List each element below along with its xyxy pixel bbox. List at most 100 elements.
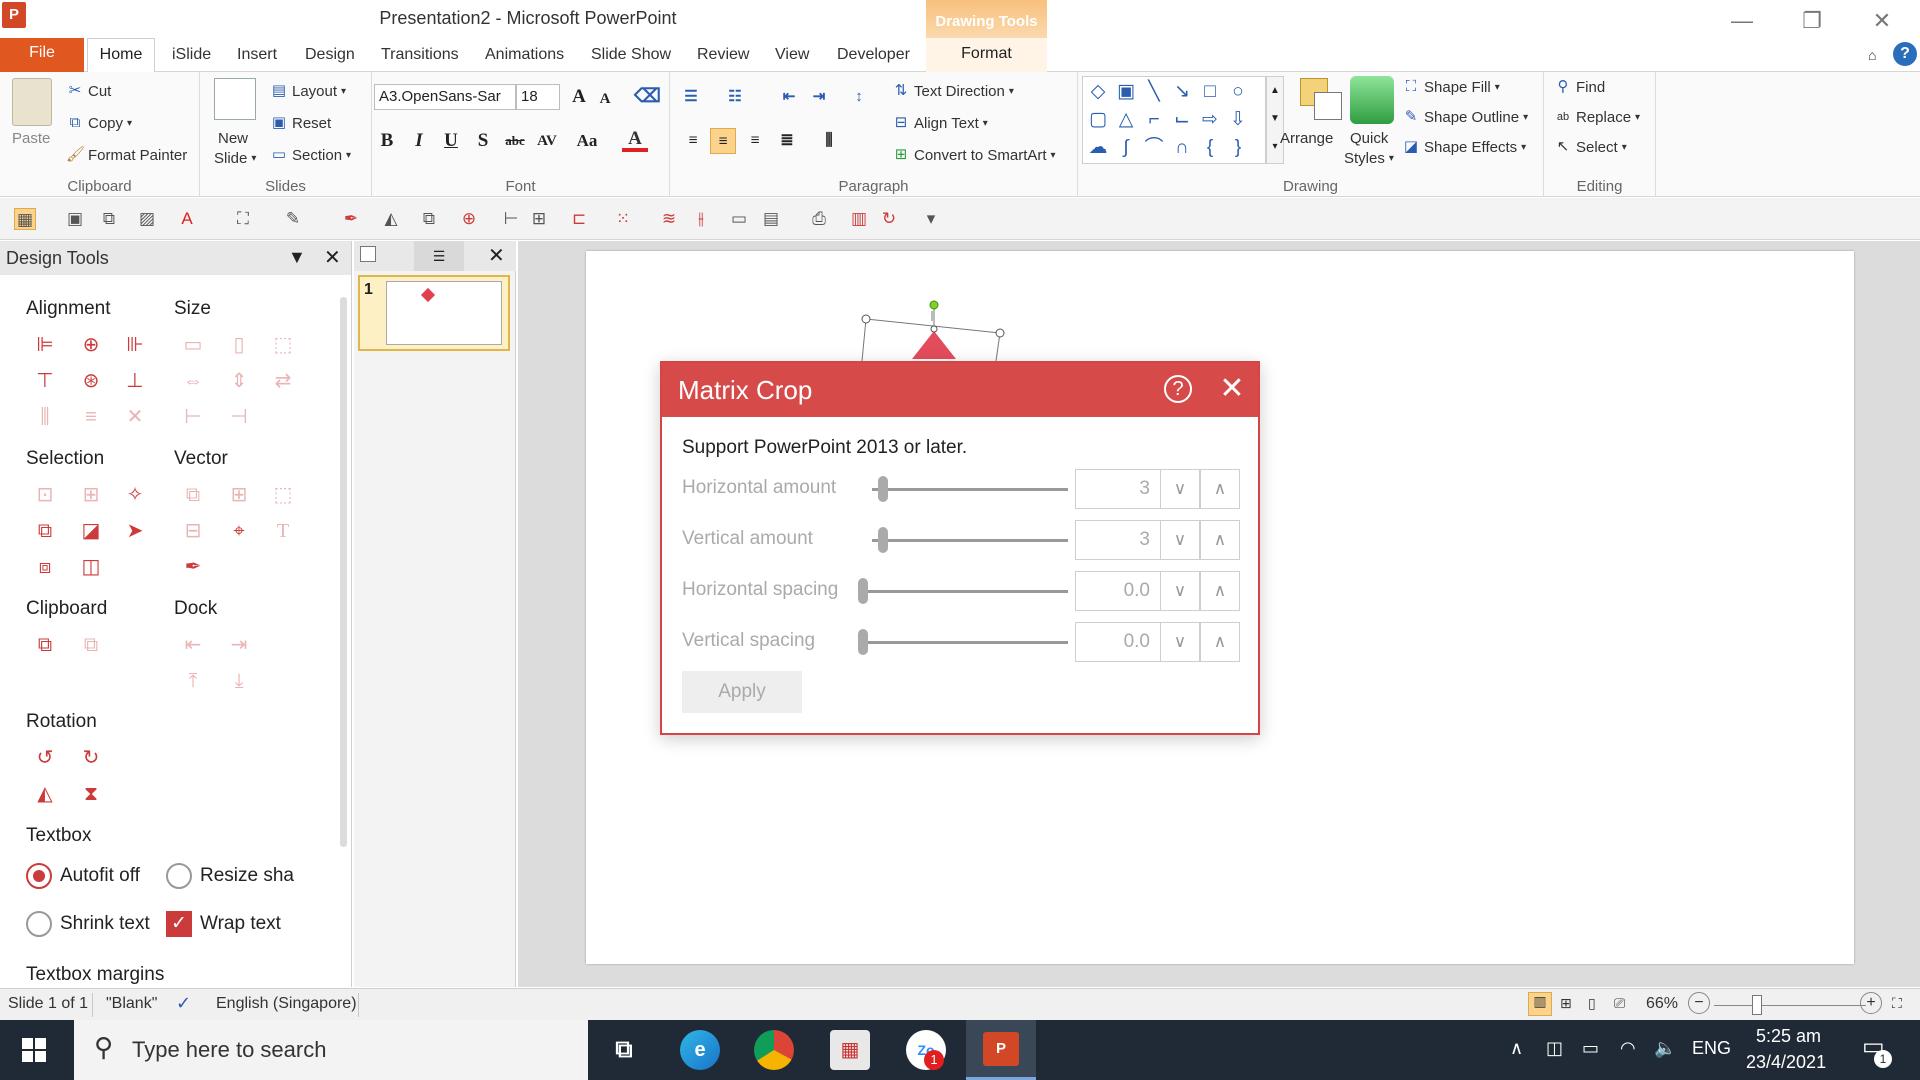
windows-start-icon[interactable] (22, 1038, 46, 1062)
copy-position-icon[interactable]: ⧉ (32, 632, 58, 658)
vector-edit-points-icon[interactable]: ⌖ (226, 518, 252, 544)
apply-button[interactable]: Apply (682, 671, 802, 713)
layers-tool-icon[interactable]: ≋ (658, 208, 680, 230)
battery-icon[interactable]: ▭ (1582, 1038, 1599, 1059)
horizontal-spacing-slider-track[interactable] (858, 590, 1068, 593)
align-right-icon[interactable]: ≡ (742, 128, 768, 154)
normal-view-icon[interactable]: ▥ (1528, 992, 1552, 1016)
cut-button[interactable]: ✂ Cut (66, 82, 112, 100)
vertical-spacing-input[interactable]: 0.0 (1075, 622, 1161, 662)
font-color-button[interactable]: A (622, 126, 648, 152)
tab-file[interactable]: File (0, 38, 84, 72)
select-group-icon[interactable]: ⧈ (32, 554, 58, 580)
freeform-shape-icon[interactable]: ☁ (1087, 137, 1109, 159)
help-icon[interactable]: ? (1893, 42, 1917, 66)
shrink-font-icon[interactable]: A (592, 86, 618, 112)
font-size-combo[interactable]: 18 (516, 84, 560, 110)
vertical-spacing-slider-thumb[interactable] (858, 629, 868, 655)
dock-left-icon[interactable]: ⇤ (180, 632, 206, 658)
vector-pen-icon[interactable]: ✒ (180, 554, 206, 580)
restore-button[interactable]: ❐ (1792, 6, 1832, 36)
collapse-ribbon-icon[interactable]: ⌂ (1868, 44, 1876, 72)
right-brace-shape-icon[interactable]: } (1227, 137, 1249, 159)
vector-text-icon[interactable]: T (270, 518, 296, 544)
zoom-slider-track[interactable] (1714, 1005, 1866, 1006)
vector-subtract-icon[interactable]: ⊟ (180, 518, 206, 544)
quick-styles-icon[interactable] (1350, 76, 1394, 124)
tab-developer[interactable]: Developer (837, 44, 910, 72)
numbering-icon[interactable]: ☷ (722, 84, 748, 110)
shape-fill-button[interactable]: ⛶ Shape Fill ▾ (1402, 78, 1500, 96)
rectangle-shape-icon[interactable]: □ (1199, 81, 1221, 103)
gallery-scroll[interactable]: ▲ ▼ ▾ (1266, 76, 1284, 164)
horizontal-spacing-slider-thumb[interactable] (858, 578, 868, 604)
vertical-amount-slider-thumb[interactable] (878, 527, 888, 553)
paste-position-icon[interactable]: ⧉ (78, 632, 104, 658)
app-store-icon[interactable]: ▦ (830, 1030, 870, 1070)
wrap-text-checkbox[interactable]: ✓ Wrap text (166, 911, 281, 937)
volume-icon[interactable]: 🔈 (1654, 1038, 1676, 1059)
distribute-v-icon[interactable]: ≡ (78, 404, 104, 430)
vertical-amount-decrement-icon[interactable]: ∨ (1160, 520, 1200, 560)
tab-islide[interactable]: iSlide (172, 44, 211, 72)
select-inverse-icon[interactable]: ◪ (78, 518, 104, 544)
diamond-shape-icon[interactable]: ◇ (1087, 81, 1109, 103)
same-width-icon[interactable]: ▭ (180, 332, 206, 358)
decrease-indent-icon[interactable]: ⇤ (776, 84, 802, 110)
swap-size-icon[interactable]: ⇄ (270, 368, 296, 394)
shadow-button[interactable]: S (470, 128, 496, 154)
panel-close-icon[interactable]: ✕ (324, 245, 341, 270)
align-right-icon[interactable]: ⊪ (122, 332, 148, 358)
eyedropper-icon[interactable]: ✒ (340, 208, 362, 230)
refresh-tool-icon[interactable]: ↻ (878, 208, 900, 230)
horizontal-spacing-decrement-icon[interactable]: ∨ (1160, 571, 1200, 611)
reading-view-icon[interactable]: ▯ (1588, 995, 1596, 1012)
horizontal-spacing-input[interactable]: 0.0 (1075, 571, 1161, 611)
vector-union-icon[interactable]: ⧉ (180, 482, 206, 508)
tab-review[interactable]: Review (697, 44, 749, 72)
stretch-width-icon[interactable]: ⇔ (180, 368, 206, 394)
align-left-icon[interactable]: ≡ (680, 128, 706, 154)
change-case-button[interactable]: Aa (574, 128, 600, 154)
horizontal-spacing-increment-icon[interactable]: ∧ (1200, 571, 1240, 611)
underline-button[interactable]: U (438, 128, 464, 154)
task-view-icon[interactable]: ⧉ (604, 1030, 644, 1070)
rotate-left-icon[interactable]: ↺ (32, 745, 58, 771)
tab-format[interactable]: Format (926, 38, 1047, 72)
horizontal-amount-input[interactable]: 3 (1075, 469, 1161, 509)
columns-icon[interactable]: ⫼ (816, 128, 842, 154)
panel-scrollbar[interactable] (340, 297, 347, 847)
vertical-amount-input[interactable]: 3 (1075, 520, 1161, 560)
pane-close-icon[interactable]: ✕ (488, 243, 505, 268)
arrange-button[interactable]: Arrange (1280, 130, 1333, 147)
scribble-shape-icon[interactable]: ∫ (1115, 137, 1137, 159)
language-indicator[interactable]: English (Singapore) (216, 995, 357, 1013)
convert-smartart-button[interactable]: ⊞ Convert to SmartArt ▾ (892, 146, 1056, 164)
clock-date[interactable]: 23/4/2021 (1746, 1052, 1826, 1073)
slide-library-icon[interactable]: ▥ (848, 208, 870, 230)
horizontal-amount-slider-thumb[interactable] (878, 476, 888, 502)
format-painter-button[interactable]: 🖌 Format Painter (66, 146, 187, 164)
edge-browser-icon[interactable]: e (680, 1030, 720, 1070)
distribute-tool-icon[interactable]: ⊞ (528, 208, 550, 230)
curve-shape-icon[interactable]: ∩ (1171, 137, 1193, 159)
magic-wand-icon[interactable]: ✧ (122, 482, 148, 508)
new-slide-button[interactable]: Slide ▾ (214, 150, 256, 167)
minimize-button[interactable]: — (1722, 6, 1762, 36)
show-hidden-icons-chevron-icon[interactable]: ∧ (1510, 1038, 1523, 1059)
shape-outline-button[interactable]: ✎ Shape Outline ▾ (1402, 108, 1528, 126)
left-brace-shape-icon[interactable]: { (1199, 137, 1221, 159)
slideshow-view-icon[interactable]: ⎚ (1614, 995, 1625, 1012)
arrange-icon[interactable] (1300, 78, 1344, 122)
rotate-right-icon[interactable]: ↻ (78, 745, 104, 771)
new-slide-icon[interactable] (214, 78, 256, 120)
vertical-spacing-increment-icon[interactable]: ∧ (1200, 622, 1240, 662)
oval-shape-icon[interactable]: ○ (1227, 81, 1249, 103)
dialog-close-icon[interactable]: ✕ (1216, 371, 1248, 407)
quick-styles-label-1[interactable]: Quick (1350, 130, 1388, 147)
down-arrow-shape-icon[interactable]: ⇩ (1227, 109, 1249, 131)
tab-animations[interactable]: Animations (485, 44, 564, 72)
dock-top-icon[interactable]: ⤒ (180, 668, 206, 694)
triangle-shape-icon[interactable]: △ (1115, 109, 1137, 131)
input-language[interactable]: ENG (1692, 1038, 1731, 1059)
